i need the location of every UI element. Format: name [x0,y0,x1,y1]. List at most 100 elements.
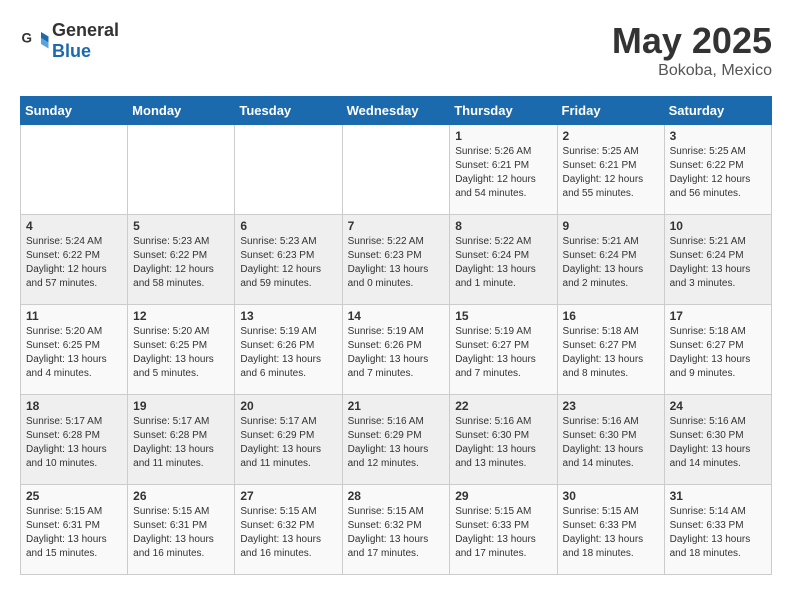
day-number: 6 [240,219,336,233]
logo-text: General Blue [52,20,119,62]
page-header: G General Blue May 2025 Bokoba, Mexico [20,20,772,80]
day-info: Sunrise: 5:20 AM Sunset: 6:25 PM Dayligh… [26,325,122,381]
day-number: 1 [455,129,551,143]
day-header-monday: Monday [128,97,235,125]
logo-icon: G [20,26,50,56]
calendar-cell: 11 Sunrise: 5:20 AM Sunset: 6:25 PM Dayli… [21,305,128,395]
day-number: 27 [240,489,336,503]
calendar-cell: 4 Sunrise: 5:24 AM Sunset: 6:22 PM Daylig… [21,215,128,305]
calendar-cell: 3 Sunrise: 5:25 AM Sunset: 6:22 PM Daylig… [664,125,771,215]
day-number: 25 [26,489,122,503]
calendar-cell: 21 Sunrise: 5:16 AM Sunset: 6:29 PM Dayli… [342,395,450,485]
day-number: 22 [455,399,551,413]
day-info: Sunrise: 5:18 AM Sunset: 6:27 PM Dayligh… [670,325,766,381]
day-info: Sunrise: 5:14 AM Sunset: 6:33 PM Dayligh… [670,505,766,561]
day-info: Sunrise: 5:21 AM Sunset: 6:24 PM Dayligh… [670,235,766,291]
day-info: Sunrise: 5:22 AM Sunset: 6:23 PM Dayligh… [348,235,445,291]
day-number: 18 [26,399,122,413]
title-block: May 2025 Bokoba, Mexico [612,20,772,80]
calendar-cell: 25 Sunrise: 5:15 AM Sunset: 6:31 PM Dayli… [21,485,128,575]
day-number: 4 [26,219,122,233]
day-number: 19 [133,399,229,413]
svg-text:G: G [22,31,33,46]
day-number: 3 [670,129,766,143]
day-number: 20 [240,399,336,413]
day-info: Sunrise: 5:15 AM Sunset: 6:31 PM Dayligh… [133,505,229,561]
calendar-cell: 16 Sunrise: 5:18 AM Sunset: 6:27 PM Dayli… [557,305,664,395]
day-info: Sunrise: 5:17 AM Sunset: 6:28 PM Dayligh… [133,415,229,471]
calendar-cell: 14 Sunrise: 5:19 AM Sunset: 6:26 PM Dayli… [342,305,450,395]
day-info: Sunrise: 5:15 AM Sunset: 6:33 PM Dayligh… [455,505,551,561]
day-number: 31 [670,489,766,503]
logo-blue: Blue [52,41,91,61]
day-number: 29 [455,489,551,503]
day-number: 21 [348,399,445,413]
calendar-cell [235,125,342,215]
calendar-cell: 15 Sunrise: 5:19 AM Sunset: 6:27 PM Dayli… [450,305,557,395]
day-number: 7 [348,219,445,233]
calendar-cell: 6Sunrise: 5:23 AM Sunset: 6:23 PM Daylig… [235,215,342,305]
calendar-cell: 27 Sunrise: 5:15 AM Sunset: 6:32 PM Dayli… [235,485,342,575]
day-info: Sunrise: 5:15 AM Sunset: 6:33 PM Dayligh… [563,505,659,561]
calendar-cell: 7 Sunrise: 5:22 AM Sunset: 6:23 PM Daylig… [342,215,450,305]
day-info: Sunrise: 5:24 AM Sunset: 6:22 PM Dayligh… [26,235,122,291]
day-info: Sunrise: 5:16 AM Sunset: 6:30 PM Dayligh… [455,415,551,471]
day-number: 9 [563,219,659,233]
day-number: 16 [563,309,659,323]
calendar-cell: 19 Sunrise: 5:17 AM Sunset: 6:28 PM Dayli… [128,395,235,485]
day-info: Sunrise: 5:15 AM Sunset: 6:31 PM Dayligh… [26,505,122,561]
calendar-cell: 31 Sunrise: 5:14 AM Sunset: 6:33 PM Dayli… [664,485,771,575]
day-number: 11 [26,309,122,323]
day-info: Sunrise: 5:26 AM Sunset: 6:21 PM Dayligh… [455,145,551,201]
day-info: Sunrise: 5:16 AM Sunset: 6:30 PM Dayligh… [563,415,659,471]
day-header-friday: Friday [557,97,664,125]
calendar-table: SundayMondayTuesdayWednesdayThursdayFrid… [20,96,772,575]
day-number: 17 [670,309,766,323]
day-number: 12 [133,309,229,323]
day-info: Sunrise: 5:17 AM Sunset: 6:28 PM Dayligh… [26,415,122,471]
day-number: 10 [670,219,766,233]
calendar-cell: 18 Sunrise: 5:17 AM Sunset: 6:28 PM Dayli… [21,395,128,485]
calendar-cell: 2Sunrise: 5:25 AM Sunset: 6:21 PM Daylig… [557,125,664,215]
day-info: Sunrise: 5:15 AM Sunset: 6:32 PM Dayligh… [348,505,445,561]
calendar-cell [342,125,450,215]
day-header-thursday: Thursday [450,97,557,125]
logo-general: General [52,20,119,40]
calendar-cell: 29 Sunrise: 5:15 AM Sunset: 6:33 PM Dayli… [450,485,557,575]
day-info: Sunrise: 5:16 AM Sunset: 6:30 PM Dayligh… [670,415,766,471]
calendar-cell: 22 Sunrise: 5:16 AM Sunset: 6:30 PM Dayli… [450,395,557,485]
day-info: Sunrise: 5:19 AM Sunset: 6:26 PM Dayligh… [240,325,336,381]
calendar-cell: 1 Sunrise: 5:26 AM Sunset: 6:21 PM Daylig… [450,125,557,215]
day-number: 26 [133,489,229,503]
calendar-cell: 28Sunrise: 5:15 AM Sunset: 6:32 PM Dayli… [342,485,450,575]
day-number: 15 [455,309,551,323]
day-info: Sunrise: 5:18 AM Sunset: 6:27 PM Dayligh… [563,325,659,381]
day-info: Sunrise: 5:23 AM Sunset: 6:22 PM Dayligh… [133,235,229,291]
calendar-cell: 24 Sunrise: 5:16 AM Sunset: 6:30 PM Dayli… [664,395,771,485]
day-info: Sunrise: 5:19 AM Sunset: 6:26 PM Dayligh… [348,325,445,381]
calendar-cell: 17 Sunrise: 5:18 AM Sunset: 6:27 PM Dayli… [664,305,771,395]
calendar-cell [128,125,235,215]
day-number: 24 [670,399,766,413]
day-number: 23 [563,399,659,413]
day-info: Sunrise: 5:19 AM Sunset: 6:27 PM Dayligh… [455,325,551,381]
calendar-cell: 30 Sunrise: 5:15 AM Sunset: 6:33 PM Dayli… [557,485,664,575]
day-number: 13 [240,309,336,323]
calendar-cell: 26 Sunrise: 5:15 AM Sunset: 6:31 PM Dayli… [128,485,235,575]
calendar-cell: 23 Sunrise: 5:16 AM Sunset: 6:30 PM Dayli… [557,395,664,485]
day-number: 8 [455,219,551,233]
calendar-cell: 13 Sunrise: 5:19 AM Sunset: 6:26 PM Dayli… [235,305,342,395]
day-info: Sunrise: 5:25 AM Sunset: 6:22 PM Dayligh… [670,145,766,201]
day-header-saturday: Saturday [664,97,771,125]
day-info: Sunrise: 5:22 AM Sunset: 6:24 PM Dayligh… [455,235,551,291]
day-number: 30 [563,489,659,503]
day-header-tuesday: Tuesday [235,97,342,125]
calendar-cell [21,125,128,215]
day-number: 14 [348,309,445,323]
day-info: Sunrise: 5:16 AM Sunset: 6:29 PM Dayligh… [348,415,445,471]
day-header-wednesday: Wednesday [342,97,450,125]
logo: G General Blue [20,20,119,62]
month-year: May 2025 [612,20,772,62]
day-info: Sunrise: 5:15 AM Sunset: 6:32 PM Dayligh… [240,505,336,561]
location: Bokoba, Mexico [612,62,772,80]
